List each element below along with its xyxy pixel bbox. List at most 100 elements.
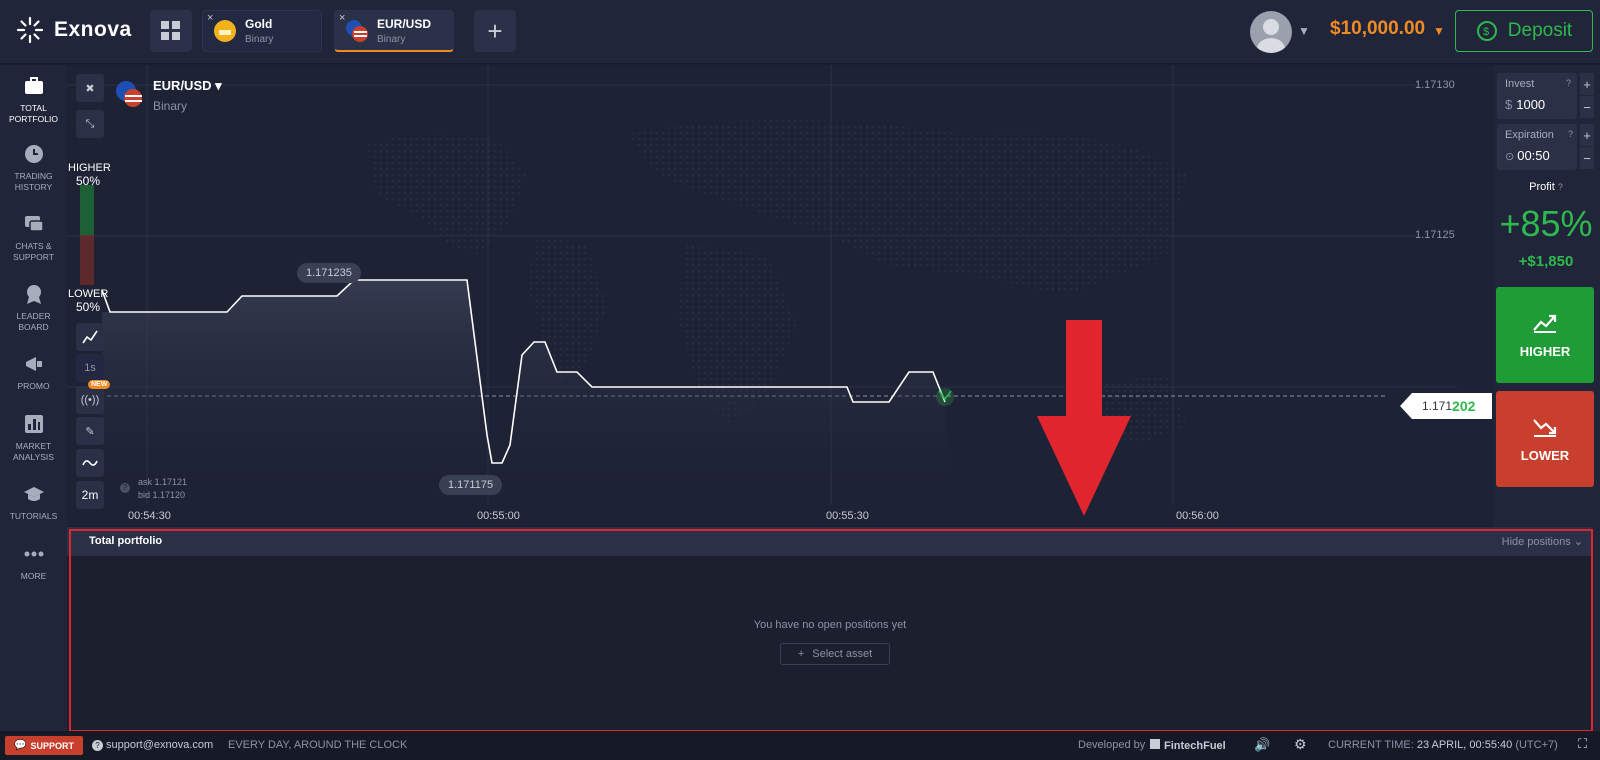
sidebar-label-1: TUTORIALS (9, 511, 58, 521)
sidebar-label-2: SUPPORT (13, 252, 54, 262)
add-tab-button[interactable]: + (474, 10, 516, 52)
exnova-logo[interactable]: Exnova (16, 16, 132, 44)
sidebar-label-2: PORTFOLIO (9, 114, 58, 124)
trend-up-icon (1533, 314, 1557, 333)
chat-icon (24, 216, 44, 232)
sound-icon[interactable]: 🔊 (1254, 737, 1270, 753)
logo-icon (16, 16, 44, 44)
support-email[interactable]: ? support@exnova.com (92, 739, 213, 751)
sidebar-item-promo[interactable]: PROMO (0, 353, 67, 392)
no-positions-message: You have no open positions yet (753, 619, 907, 631)
graduation-cap-icon (23, 487, 44, 501)
chart-period-button[interactable]: 2m (76, 481, 104, 509)
tab-gold-name: Gold (245, 17, 273, 31)
expiration-label: Expiration (1505, 129, 1554, 141)
profit-label: Profit (1529, 181, 1555, 193)
collapse-chart-button[interactable]: ⤡ (76, 110, 104, 138)
fintechfuel-logo-icon (1150, 739, 1160, 749)
select-asset-button[interactable]: + Select asset (780, 643, 890, 665)
expiration-field[interactable]: Expiration ? ⊙ 00:50 (1497, 124, 1577, 170)
avatar-caret-icon[interactable]: ▼ (1298, 24, 1310, 38)
chart-asset-type: Binary (153, 99, 188, 113)
chat-bubble-icon: 💬 (14, 740, 27, 751)
current-price-glow (936, 388, 954, 406)
help-icon[interactable]: ? (120, 483, 130, 493)
expiration-value[interactable]: 00:50 (1517, 148, 1550, 163)
svg-text:$: $ (1483, 26, 1489, 38)
invest-increase-button[interactable]: + (1580, 73, 1594, 95)
eur-usd-flag-icon (116, 81, 142, 107)
developer-logo: FintechFuel (1150, 739, 1226, 752)
hide-positions-button[interactable]: Hide positions ⌄ (1502, 535, 1583, 548)
higher-sentiment-pct: 50% (75, 174, 101, 188)
sidebar-item-more[interactable]: MORE (0, 543, 67, 582)
support-button[interactable]: 💬 SUPPORT (5, 736, 83, 755)
sidebar-item-leader-board[interactable]: LEADER BOARD (0, 283, 67, 333)
user-silhouette-icon (1257, 19, 1285, 53)
current-time-value: 23 APRIL, 00:55:40 (1416, 739, 1513, 751)
indicators-button[interactable] (76, 449, 104, 477)
tab-eur-usd-type: Binary (377, 33, 406, 45)
asset-caret-icon: ▾ (215, 78, 222, 93)
user-avatar[interactable] (1250, 11, 1292, 53)
sidebar-label-1: PROMO (17, 381, 50, 391)
current-time: CURRENT TIME: 23 APRIL, 00:55:40 (UTC+7) (1328, 739, 1558, 751)
fullscreen-icon[interactable]: ⛶ (1578, 736, 1587, 752)
drawing-tools-button[interactable]: ✎ (76, 417, 104, 445)
x-axis-label: 00:55:30 (826, 510, 869, 522)
higher-button[interactable]: HIGHER (1496, 287, 1594, 383)
tab-gold[interactable]: × Gold Binary (202, 10, 322, 52)
sidebar-item-market-analysis[interactable]: MARKET ANALYSIS (0, 413, 67, 463)
invest-help-icon[interactable]: ? (1566, 78, 1571, 88)
lower-button[interactable]: LOWER (1496, 391, 1594, 487)
developed-by-label: Developed by (1078, 739, 1146, 751)
deposit-icon: $ (1476, 21, 1497, 41)
settings-gear-icon[interactable]: ⚙ (1294, 736, 1307, 753)
timeframe-button[interactable]: 1s (76, 354, 104, 382)
grid-icon (161, 21, 180, 40)
price-area (102, 280, 947, 505)
tab-eur-usd[interactable]: × EUR/USD Binary (334, 10, 454, 52)
select-asset-label: Select asset (812, 648, 873, 660)
all-assets-grid-button[interactable] (150, 10, 192, 52)
timezone-label: (UTC+7) (1515, 739, 1558, 751)
chart-asset-selector[interactable]: EUR/USD ▾ (153, 78, 222, 94)
lower-button-label: LOWER (1520, 447, 1570, 463)
invest-value[interactable]: 1000 (1516, 97, 1545, 112)
profit-amount: +$1,850 (1518, 253, 1574, 270)
invest-field[interactable]: Invest ? $1000 (1497, 73, 1577, 119)
balance-caret-icon[interactable]: ▼ (1433, 24, 1445, 38)
sidebar-item-chats-support[interactable]: CHATS & SUPPORT (0, 213, 67, 263)
lower-sentiment: LOWER 50% (68, 288, 108, 314)
x-axis-label: 00:55:00 (477, 510, 520, 522)
profit-percent: +85% (1499, 203, 1593, 244)
expiration-increase-button[interactable]: + (1580, 124, 1594, 146)
sidebar-label-1: CHATS & (15, 241, 52, 251)
y-axis-label: 1.17130 (1415, 79, 1455, 91)
x-axis-label: 00:54:30 (128, 510, 171, 522)
profit-help-icon[interactable]: ? (1558, 182, 1563, 192)
invest-decrease-button[interactable]: − (1580, 96, 1594, 118)
deposit-button[interactable]: $ Deposit (1455, 10, 1593, 52)
chart-type-button[interactable] (76, 323, 104, 351)
red-arrow-annotation (1037, 320, 1131, 516)
sidebar-item-trading-history[interactable]: TRADING HISTORY (0, 143, 67, 193)
sidebar-label-1: MORE (20, 571, 47, 581)
expiration-decrease-button[interactable]: − (1580, 147, 1594, 169)
medal-icon (26, 285, 41, 304)
close-chart-button[interactable]: ✖ (76, 74, 104, 102)
sidebar-label-2: HISTORY (14, 182, 53, 192)
close-tab-eur-usd-icon[interactable]: × (339, 12, 345, 24)
account-balance[interactable]: $10,000.00 (1330, 18, 1425, 40)
sidebar-item-tutorials[interactable]: TUTORIALS (0, 483, 67, 522)
profit-label-row: Profit ? (1497, 181, 1595, 193)
y-axis-label: 1.17125 (1415, 229, 1455, 241)
live-signals-button[interactable]: ((•)) (76, 386, 104, 414)
gold-asset-icon (214, 20, 236, 42)
expiration-help-icon[interactable]: ? (1568, 129, 1573, 139)
price-chart[interactable]: 1.17130 1.17125 (67, 65, 1493, 525)
sidebar-item-total-portfolio[interactable]: TOTAL PORTFOLIO (0, 75, 67, 125)
briefcase-icon (24, 77, 43, 94)
close-tab-gold-icon[interactable]: × (207, 12, 213, 24)
line-chart-icon (82, 330, 98, 344)
